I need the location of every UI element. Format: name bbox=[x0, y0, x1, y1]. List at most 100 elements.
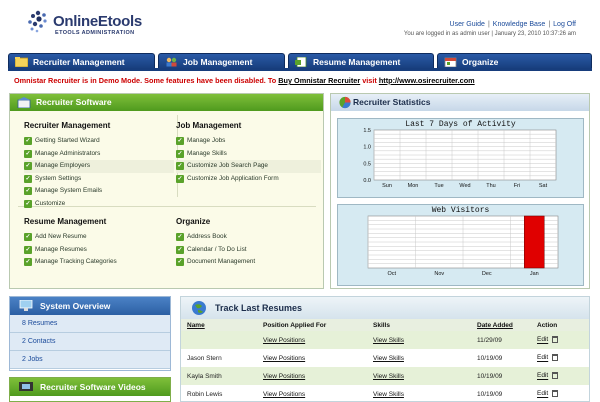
view-skills-link[interactable]: View Skills bbox=[373, 337, 404, 344]
cell-action: Edit bbox=[531, 349, 589, 367]
menu-item-label: Address Book bbox=[187, 233, 227, 240]
tab-label: Resume Management bbox=[313, 57, 401, 67]
y-tick-label: 1.0 bbox=[363, 145, 371, 151]
menu-item-label: Manage Administrators bbox=[35, 149, 101, 157]
menu-item-system-emails[interactable]: ✓ Manage System Emails bbox=[24, 185, 174, 198]
view-skills-link[interactable]: View Skills bbox=[373, 373, 404, 380]
activity-chart-svg: 0.0 0.5 1.0 1.5 Sun Mon Tue Wed Thu Fri Sat bbox=[363, 128, 557, 189]
menu-item-manage-skills[interactable]: ✓ Manage Skills bbox=[176, 148, 321, 161]
videos-panel: Recruiter Software Videos bbox=[9, 377, 171, 402]
edit-link[interactable]: Edit bbox=[537, 337, 548, 344]
cell-skills: View Skills bbox=[367, 349, 471, 367]
menu-item-customize[interactable]: ✓ Customize bbox=[24, 198, 174, 211]
tab-job-management[interactable]: Job Management bbox=[158, 53, 285, 69]
menu-item-manage-jobs[interactable]: ✓ Manage Jobs bbox=[176, 135, 321, 148]
column-action: Action bbox=[531, 319, 589, 331]
organize-section: Organize ✓ Address Book ✓ Calendar / To Do… bbox=[176, 217, 321, 269]
menu-item-add-new-resume[interactable]: ✓ Add New Resume bbox=[24, 231, 174, 244]
edit-link[interactable]: Edit bbox=[537, 391, 548, 398]
tab-label: Recruiter Management bbox=[33, 57, 125, 67]
view-positions-link[interactable]: View Positions bbox=[263, 373, 305, 380]
y-tick-label: 0.0 bbox=[363, 178, 371, 184]
menu-item-address-book[interactable]: ✓ Address Book bbox=[176, 231, 321, 244]
folder-icon bbox=[15, 57, 28, 67]
menu-item-label: Calendar / To Do List bbox=[187, 245, 247, 253]
menu-item-manage-resumes[interactable]: ✓ Manage Resumes bbox=[24, 244, 174, 257]
cell-date: 11/29/09 bbox=[471, 331, 531, 349]
bar bbox=[524, 215, 545, 269]
x-tick-label: Tue bbox=[434, 183, 443, 189]
menu-item-tracking-categories[interactable]: ✓ Manage Tracking Categories bbox=[24, 256, 174, 269]
log-off-link[interactable]: Log Off bbox=[553, 21, 576, 28]
view-skills-link[interactable]: View Skills bbox=[373, 355, 404, 362]
view-positions-link[interactable]: View Positions bbox=[263, 355, 305, 362]
menu-item-getting-started[interactable]: ✓ Getting Started Wizard bbox=[24, 135, 174, 148]
videos-header[interactable]: Recruiter Software Videos bbox=[10, 378, 170, 396]
delete-icon[interactable] bbox=[552, 354, 559, 362]
menu-item-customize-job-application[interactable]: ✓ Customize Job Application Form bbox=[176, 173, 321, 186]
menu-item-label: Manage Resumes bbox=[35, 245, 87, 253]
logo-dots-icon bbox=[28, 10, 47, 33]
activity-chart: Last 7 Days of Activity 0.0 0.5 1.0 1.5 Sun M… bbox=[337, 118, 584, 198]
check-icon: ✓ bbox=[176, 258, 184, 267]
check-icon: ✓ bbox=[176, 233, 184, 241]
user-guide-link[interactable]: User Guide bbox=[450, 21, 485, 28]
cell-date: 10/19/09 bbox=[471, 367, 531, 385]
tab-label: Job Management bbox=[183, 57, 253, 67]
edit-link[interactable]: Edit bbox=[537, 373, 548, 380]
demo-mid-text: visit bbox=[360, 76, 379, 85]
overview-contacts-link[interactable]: 2 Contacts bbox=[10, 333, 170, 351]
cell-action: Edit bbox=[531, 385, 589, 402]
x-tick-label: Nov bbox=[434, 271, 444, 277]
x-tick-label: Wed bbox=[459, 183, 470, 189]
tab-recruiter-management[interactable]: Recruiter Management bbox=[8, 53, 155, 69]
view-positions-link[interactable]: View Positions bbox=[263, 337, 305, 344]
menu-item-customize-job-search[interactable]: ✓ Customize Job Search Page bbox=[176, 160, 321, 173]
delete-icon[interactable] bbox=[552, 336, 559, 344]
check-icon: ✓ bbox=[176, 149, 184, 158]
overview-jobs-link[interactable]: 2 Jobs bbox=[10, 351, 170, 369]
delete-icon[interactable] bbox=[552, 390, 559, 398]
x-tick-label: Thu bbox=[486, 183, 495, 189]
menu-item-label: Manage System Emails bbox=[35, 187, 103, 195]
menu-item-label: Document Management bbox=[187, 258, 256, 266]
top-links: User Guide | Knowledge Base | Log Off bbox=[449, 21, 576, 28]
menu-item-manage-employers[interactable]: ✓ Manage Employers bbox=[24, 160, 174, 173]
column-name[interactable]: Name bbox=[181, 319, 257, 331]
column-date-added[interactable]: Date Added bbox=[471, 319, 531, 331]
menu-item-manage-administrators[interactable]: ✓ Manage Administrators bbox=[24, 148, 174, 161]
menu-item-label: System Settings bbox=[35, 174, 82, 182]
menu-item-system-settings[interactable]: ✓ System Settings bbox=[24, 173, 174, 186]
menu-item-document-management[interactable]: ✓ Document Management bbox=[176, 256, 321, 269]
column-label: Date Added bbox=[477, 321, 513, 329]
monitor-icon bbox=[19, 300, 33, 311]
table-row: Robin Lewis View Positions View Skills 1… bbox=[181, 385, 589, 402]
check-icon: ✓ bbox=[24, 137, 32, 145]
table-row: Jason Stern View Positions View Skills 1… bbox=[181, 349, 589, 367]
cell-action: Edit bbox=[531, 331, 589, 349]
buy-link[interactable]: Buy Omnistar Recruiter bbox=[278, 76, 360, 85]
web-visitors-chart: Web Visitors Oct Nov Dec Jan bbox=[337, 204, 584, 286]
tab-organize[interactable]: Organize bbox=[437, 53, 592, 69]
delete-icon[interactable] bbox=[552, 372, 559, 380]
cell-skills: View Skills bbox=[367, 385, 471, 402]
menu-item-label: Manage Tracking Categories bbox=[35, 258, 117, 266]
section-heading: Job Management bbox=[176, 121, 242, 130]
menu-item-calendar[interactable]: ✓ Calendar / To Do List bbox=[176, 244, 321, 257]
check-icon: ✓ bbox=[24, 162, 32, 171]
people-icon bbox=[166, 57, 177, 67]
pie-chart-icon bbox=[339, 96, 351, 109]
osirecruiter-link[interactable]: http://www.osirecruiter.com bbox=[379, 76, 475, 85]
edit-link[interactable]: Edit bbox=[537, 355, 548, 362]
check-icon: ✓ bbox=[24, 245, 32, 254]
logo-text: OnlineEtools bbox=[53, 13, 142, 30]
overview-resumes-link[interactable]: 8 Resumes bbox=[10, 315, 170, 333]
menu-item-label: Customize Job Application Form bbox=[187, 174, 279, 182]
table-header-row: Name Position Applied For Skills Date Ad… bbox=[181, 319, 589, 331]
tab-bar-underline bbox=[8, 68, 592, 71]
column-label: Name bbox=[187, 321, 205, 329]
knowledge-base-link[interactable]: Knowledge Base bbox=[493, 21, 546, 28]
view-positions-link[interactable]: View Positions bbox=[263, 391, 305, 398]
view-skills-link[interactable]: View Skills bbox=[373, 391, 404, 398]
tab-resume-management[interactable]: Resume Management bbox=[288, 53, 434, 69]
